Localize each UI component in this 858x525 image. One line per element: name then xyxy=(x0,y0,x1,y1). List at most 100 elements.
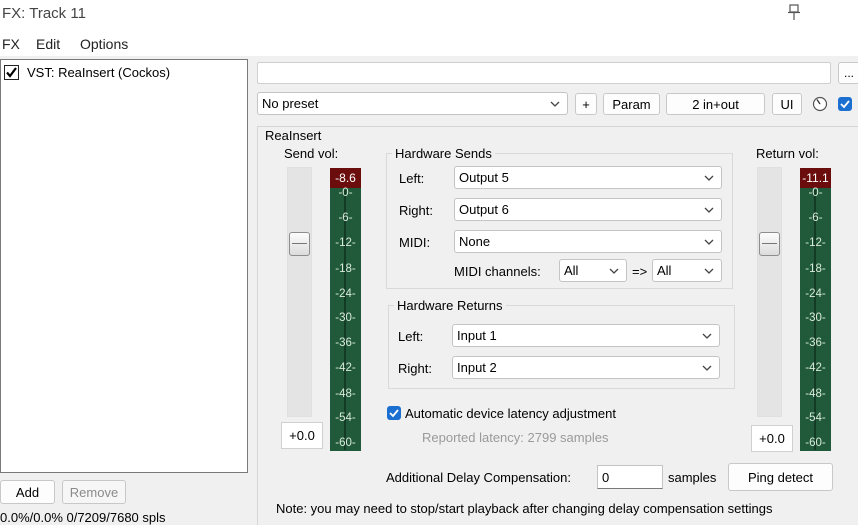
meter-tick: -60- xyxy=(805,437,826,449)
meter-tick: -30- xyxy=(335,312,356,324)
fx-item-label: VST: ReaInsert (Cockos) xyxy=(27,64,171,80)
delay-unit-label: samples xyxy=(668,470,717,485)
pin-icon[interactable] xyxy=(785,3,803,23)
send-right-select[interactable]: Output 6 xyxy=(454,198,722,221)
midi-channel-to-select[interactable]: All xyxy=(652,259,722,282)
midi-channels-label: MIDI channels: xyxy=(454,264,541,279)
meter-tick: -6- xyxy=(338,212,353,224)
bypass-checkbox[interactable] xyxy=(838,97,852,111)
chevron-down-icon xyxy=(704,175,714,181)
meter-tick: -60- xyxy=(335,437,356,449)
send-vol-slider-thumb[interactable] xyxy=(289,232,310,256)
send-right-label: Right: xyxy=(399,203,433,218)
return-meter: -11.1 -0- -6- -12- -18- -24- -30- -36- -… xyxy=(800,168,831,451)
close-button[interactable] xyxy=(835,0,858,30)
chevron-down-icon xyxy=(702,365,712,371)
fx-enabled-checkbox[interactable] xyxy=(4,64,19,80)
chevron-down-icon xyxy=(550,101,560,107)
send-left-select[interactable]: Output 5 xyxy=(454,166,722,189)
send-left-label: Left: xyxy=(399,171,425,186)
hardware-sends-title: Hardware Sends xyxy=(392,146,495,161)
send-vol-label: Send vol: xyxy=(284,146,339,161)
midi-channel-arrow: => xyxy=(632,264,648,279)
return-right-label: Right: xyxy=(398,361,432,376)
return-right-select[interactable]: Input 2 xyxy=(452,356,720,379)
midi-channel-from-select[interactable]: All xyxy=(559,259,627,282)
send-peak-readout: -8.6 xyxy=(330,168,361,188)
send-meter: -8.6 -0- -6- -12- -18- -24- -30- -36- -4… xyxy=(330,168,361,451)
meter-tick: -24- xyxy=(335,288,356,300)
meter-tick: -36- xyxy=(335,337,356,349)
add-preset-button[interactable]: + xyxy=(575,93,597,115)
window-title: FX: Track 11 xyxy=(2,5,86,22)
ping-detect-button[interactable]: Ping detect xyxy=(728,463,833,491)
meter-tick: -54- xyxy=(805,412,826,424)
wet-knob-icon[interactable] xyxy=(812,96,828,112)
meter-tick: -18- xyxy=(335,263,356,275)
send-midi-value: None xyxy=(459,234,491,249)
return-vol-value[interactable]: +0.0 xyxy=(751,425,793,452)
return-left-value: Input 1 xyxy=(457,328,497,343)
meter-tick: -48- xyxy=(335,388,356,400)
send-midi-label: MIDI: xyxy=(399,235,431,250)
remove-fx-button[interactable]: Remove xyxy=(62,480,126,504)
fx-chain-list[interactable] xyxy=(0,59,248,473)
meter-tick: -0- xyxy=(808,187,823,199)
playback-note: Note: you may need to stop/start playbac… xyxy=(276,501,773,516)
menu-options[interactable]: Options xyxy=(80,36,128,52)
meter-tick: -6- xyxy=(808,212,823,224)
auto-latency-label[interactable]: Automatic device latency adjustment xyxy=(405,406,616,421)
checkmark-icon xyxy=(389,409,399,418)
send-right-value: Output 6 xyxy=(459,202,509,217)
meter-tick: -36- xyxy=(805,337,826,349)
fx-name-field[interactable] xyxy=(257,62,831,84)
return-vol-slider[interactable] xyxy=(757,167,782,417)
plugin-name: ReaInsert xyxy=(265,128,322,143)
menu-fx[interactable]: FX xyxy=(2,36,20,52)
return-left-select[interactable]: Input 1 xyxy=(452,324,720,347)
preset-value: No preset xyxy=(262,96,319,111)
return-vol-slider-thumb[interactable] xyxy=(759,232,780,256)
return-right-value: Input 2 xyxy=(457,360,497,375)
preset-select[interactable]: No preset xyxy=(257,92,568,115)
auto-latency-checkbox[interactable] xyxy=(387,406,401,420)
meter-tick: -12- xyxy=(805,237,826,249)
chevron-down-icon xyxy=(704,207,714,213)
hardware-returns-title: Hardware Returns xyxy=(394,298,506,313)
delay-comp-input[interactable]: 0 xyxy=(597,465,663,489)
meter-tick: -48- xyxy=(805,388,826,400)
cpu-status-text: 0.0%/0.0% 0/7209/7680 spls xyxy=(0,510,166,525)
send-midi-select[interactable]: None xyxy=(454,230,722,253)
meter-tick: -42- xyxy=(335,362,356,374)
delay-comp-value: 0 xyxy=(602,469,610,485)
param-button[interactable]: Param xyxy=(603,93,660,115)
midi-channel-to-value: All xyxy=(657,263,672,278)
chevron-down-icon xyxy=(609,268,619,274)
menu-bar xyxy=(0,30,858,56)
reported-latency-text: Reported latency: 2799 samples xyxy=(422,430,609,445)
meter-tick: -54- xyxy=(335,412,356,424)
send-vol-slider[interactable] xyxy=(287,167,312,417)
return-left-label: Left: xyxy=(398,329,424,344)
chevron-down-icon xyxy=(704,268,714,274)
meter-tick: -30- xyxy=(805,312,826,324)
checkmark-icon xyxy=(840,100,850,109)
delay-comp-label: Additional Delay Compensation: xyxy=(386,470,571,485)
meter-tick: -42- xyxy=(805,362,826,374)
fx-list-item[interactable]: VST: ReaInsert (Cockos) xyxy=(4,63,170,81)
chevron-down-icon xyxy=(702,333,712,339)
send-left-value: Output 5 xyxy=(459,170,509,185)
io-button[interactable]: 2 in+out xyxy=(666,93,765,115)
menu-edit[interactable]: Edit xyxy=(36,36,60,52)
return-peak-readout: -11.1 xyxy=(800,168,831,188)
meter-tick: -12- xyxy=(335,237,356,249)
send-vol-value[interactable]: +0.0 xyxy=(281,422,323,449)
add-fx-button[interactable]: Add xyxy=(0,480,55,504)
meter-tick: -18- xyxy=(805,263,826,275)
title-bar xyxy=(0,0,858,30)
chevron-down-icon xyxy=(704,239,714,245)
more-button[interactable]: ... xyxy=(838,62,858,84)
return-vol-label: Return vol: xyxy=(756,146,819,161)
ui-button[interactable]: UI xyxy=(772,93,802,115)
meter-tick: -24- xyxy=(805,288,826,300)
